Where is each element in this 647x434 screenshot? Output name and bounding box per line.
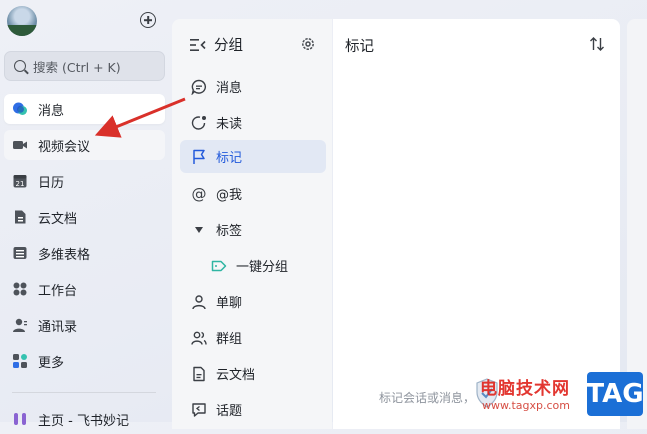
nav-item-label: 视频会议 <box>38 139 91 155</box>
chat-bubble-icon <box>191 79 207 95</box>
nav-item-label: 消息 <box>38 103 65 119</box>
at-icon: @ <box>191 184 207 203</box>
nav-item-video-meeting[interactable]: 视频会议 <box>4 130 165 160</box>
nav-item-label: 主页 - 飞书妙记 <box>38 413 129 429</box>
group-item-topics[interactable]: 话题 <box>180 393 326 426</box>
nav-item-label: 更多 <box>38 355 65 371</box>
collapse-panel-icon[interactable] <box>190 38 206 52</box>
watermark-url: www.tagxp.com <box>482 399 570 412</box>
group-icon <box>191 330 207 346</box>
group-item-label: 标记 <box>216 151 243 166</box>
nav-item-calendar[interactable]: 21 日历 <box>4 166 165 196</box>
contacts-icon <box>12 317 28 333</box>
minutes-icon <box>12 411 28 427</box>
group-item-one-click[interactable]: 一键分组 <box>180 249 326 282</box>
group-item-flagged[interactable]: 标记 <box>180 140 326 173</box>
sidebar-divider <box>12 392 156 393</box>
group-panel-header: 分组 <box>190 34 243 55</box>
group-panel-title: 分组 <box>214 38 243 54</box>
base-table-icon <box>12 245 28 261</box>
search-box[interactable]: 搜索 (Ctrl + K) <box>4 51 165 81</box>
caret-down-icon[interactable] <box>191 222 207 238</box>
group-item-label: 未读 <box>216 117 243 132</box>
nav-item-label: 日历 <box>38 175 65 191</box>
content-title: 标记 <box>345 39 374 55</box>
group-item-docs[interactable]: 云文档 <box>180 357 326 390</box>
group-item-mentions[interactable]: @ @我 <box>180 177 326 210</box>
nav-item-messages[interactable]: 消息 <box>4 94 165 124</box>
more-icon <box>12 353 28 369</box>
group-item-labels[interactable]: 标签 <box>180 213 326 246</box>
nav-item-contacts[interactable]: 通讯录 <box>4 310 165 340</box>
watermark-tag-logo: TAG <box>586 372 644 416</box>
group-item-label: 一键分组 <box>236 260 289 275</box>
person-icon <box>191 294 207 310</box>
group-item-unread[interactable]: 未读 <box>180 106 326 139</box>
nav-item-more[interactable]: 更多 <box>4 346 165 376</box>
empty-hint: 标记会话或消息， <box>379 391 476 405</box>
flag-icon <box>191 149 207 165</box>
sort-icon[interactable] <box>589 36 605 52</box>
group-item-messages[interactable]: 消息 <box>180 70 326 103</box>
group-item-label: 群组 <box>216 332 243 347</box>
document-icon <box>191 366 207 382</box>
search-placeholder: 搜索 (Ctrl + K) <box>33 59 121 75</box>
group-item-label: 标签 <box>216 224 243 239</box>
topic-icon <box>191 402 207 418</box>
next-panel-edge <box>627 19 647 429</box>
watermark-site: 电脑技术网 <box>480 379 570 399</box>
nav-item-label: 多维表格 <box>38 247 91 263</box>
group-panel: 分组 消息 未读 标记 @ @我 标签 一键分组 单聊 群组 云文档 话题 <box>172 19 332 429</box>
group-item-label: 云文档 <box>216 368 256 383</box>
gear-icon[interactable] <box>301 36 315 50</box>
nav-item-workplace[interactable]: 工作台 <box>4 274 165 304</box>
search-icon <box>14 60 26 72</box>
group-item-groups[interactable]: 群组 <box>180 321 326 354</box>
group-item-single-chat[interactable]: 单聊 <box>180 285 326 318</box>
user-avatar[interactable] <box>7 6 37 36</box>
video-meeting-icon <box>12 137 28 153</box>
nav-item-base[interactable]: 多维表格 <box>4 238 165 268</box>
workplace-icon <box>12 281 28 297</box>
nav-item-label: 通讯录 <box>38 319 78 335</box>
group-item-label: @我 <box>216 188 243 203</box>
nav-item-label: 云文档 <box>38 211 78 227</box>
message-icon <box>12 101 28 117</box>
calendar-icon: 21 <box>12 173 28 189</box>
group-item-label: 话题 <box>216 404 243 419</box>
group-item-label: 消息 <box>216 81 243 96</box>
unread-icon <box>191 115 207 131</box>
add-icon[interactable] <box>140 12 156 28</box>
cloud-doc-icon <box>12 209 28 225</box>
nav-item-cloud-docs[interactable]: 云文档 <box>4 202 165 232</box>
tag-icon <box>211 258 227 274</box>
nav-item-label: 工作台 <box>38 283 78 299</box>
calendar-day: 21 <box>16 180 25 188</box>
nav-item-minutes[interactable]: 主页 - 飞书妙记 <box>4 404 165 434</box>
group-item-label: 单聊 <box>216 296 243 311</box>
content-panel: 标记 标记会话或消息， <box>333 19 620 429</box>
